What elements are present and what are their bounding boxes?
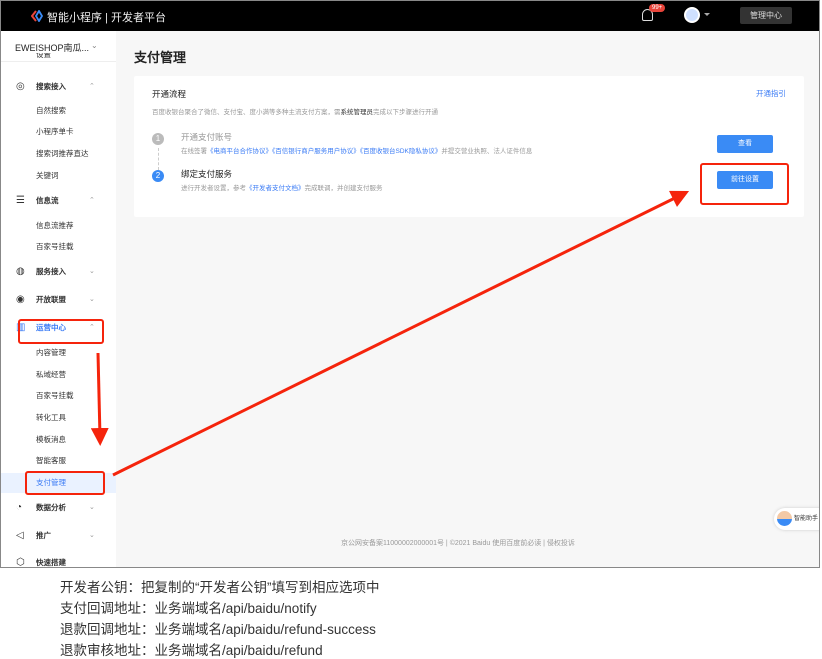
note-line: 开发者公钥：把复制的“开发者公钥”填写到相应选项中 [60,580,380,595]
note-line: 退款回调地址：业务端域名/api/baidu/refund-success [60,622,376,637]
note-line: 支付回调地址：业务端域名/api/baidu/notify [60,601,317,616]
arrow-down [90,352,109,446]
annotation-arrows [90,190,690,477]
note-line: 退款审核地址：业务端域名/api/baidu/refund [60,643,323,658]
screenshot: 智能小程序 | 开发者平台 99+ 管理中心 EWEISHOP南瓜... ⌄ 设… [0,0,820,568]
arrow-to-settings [112,190,690,477]
